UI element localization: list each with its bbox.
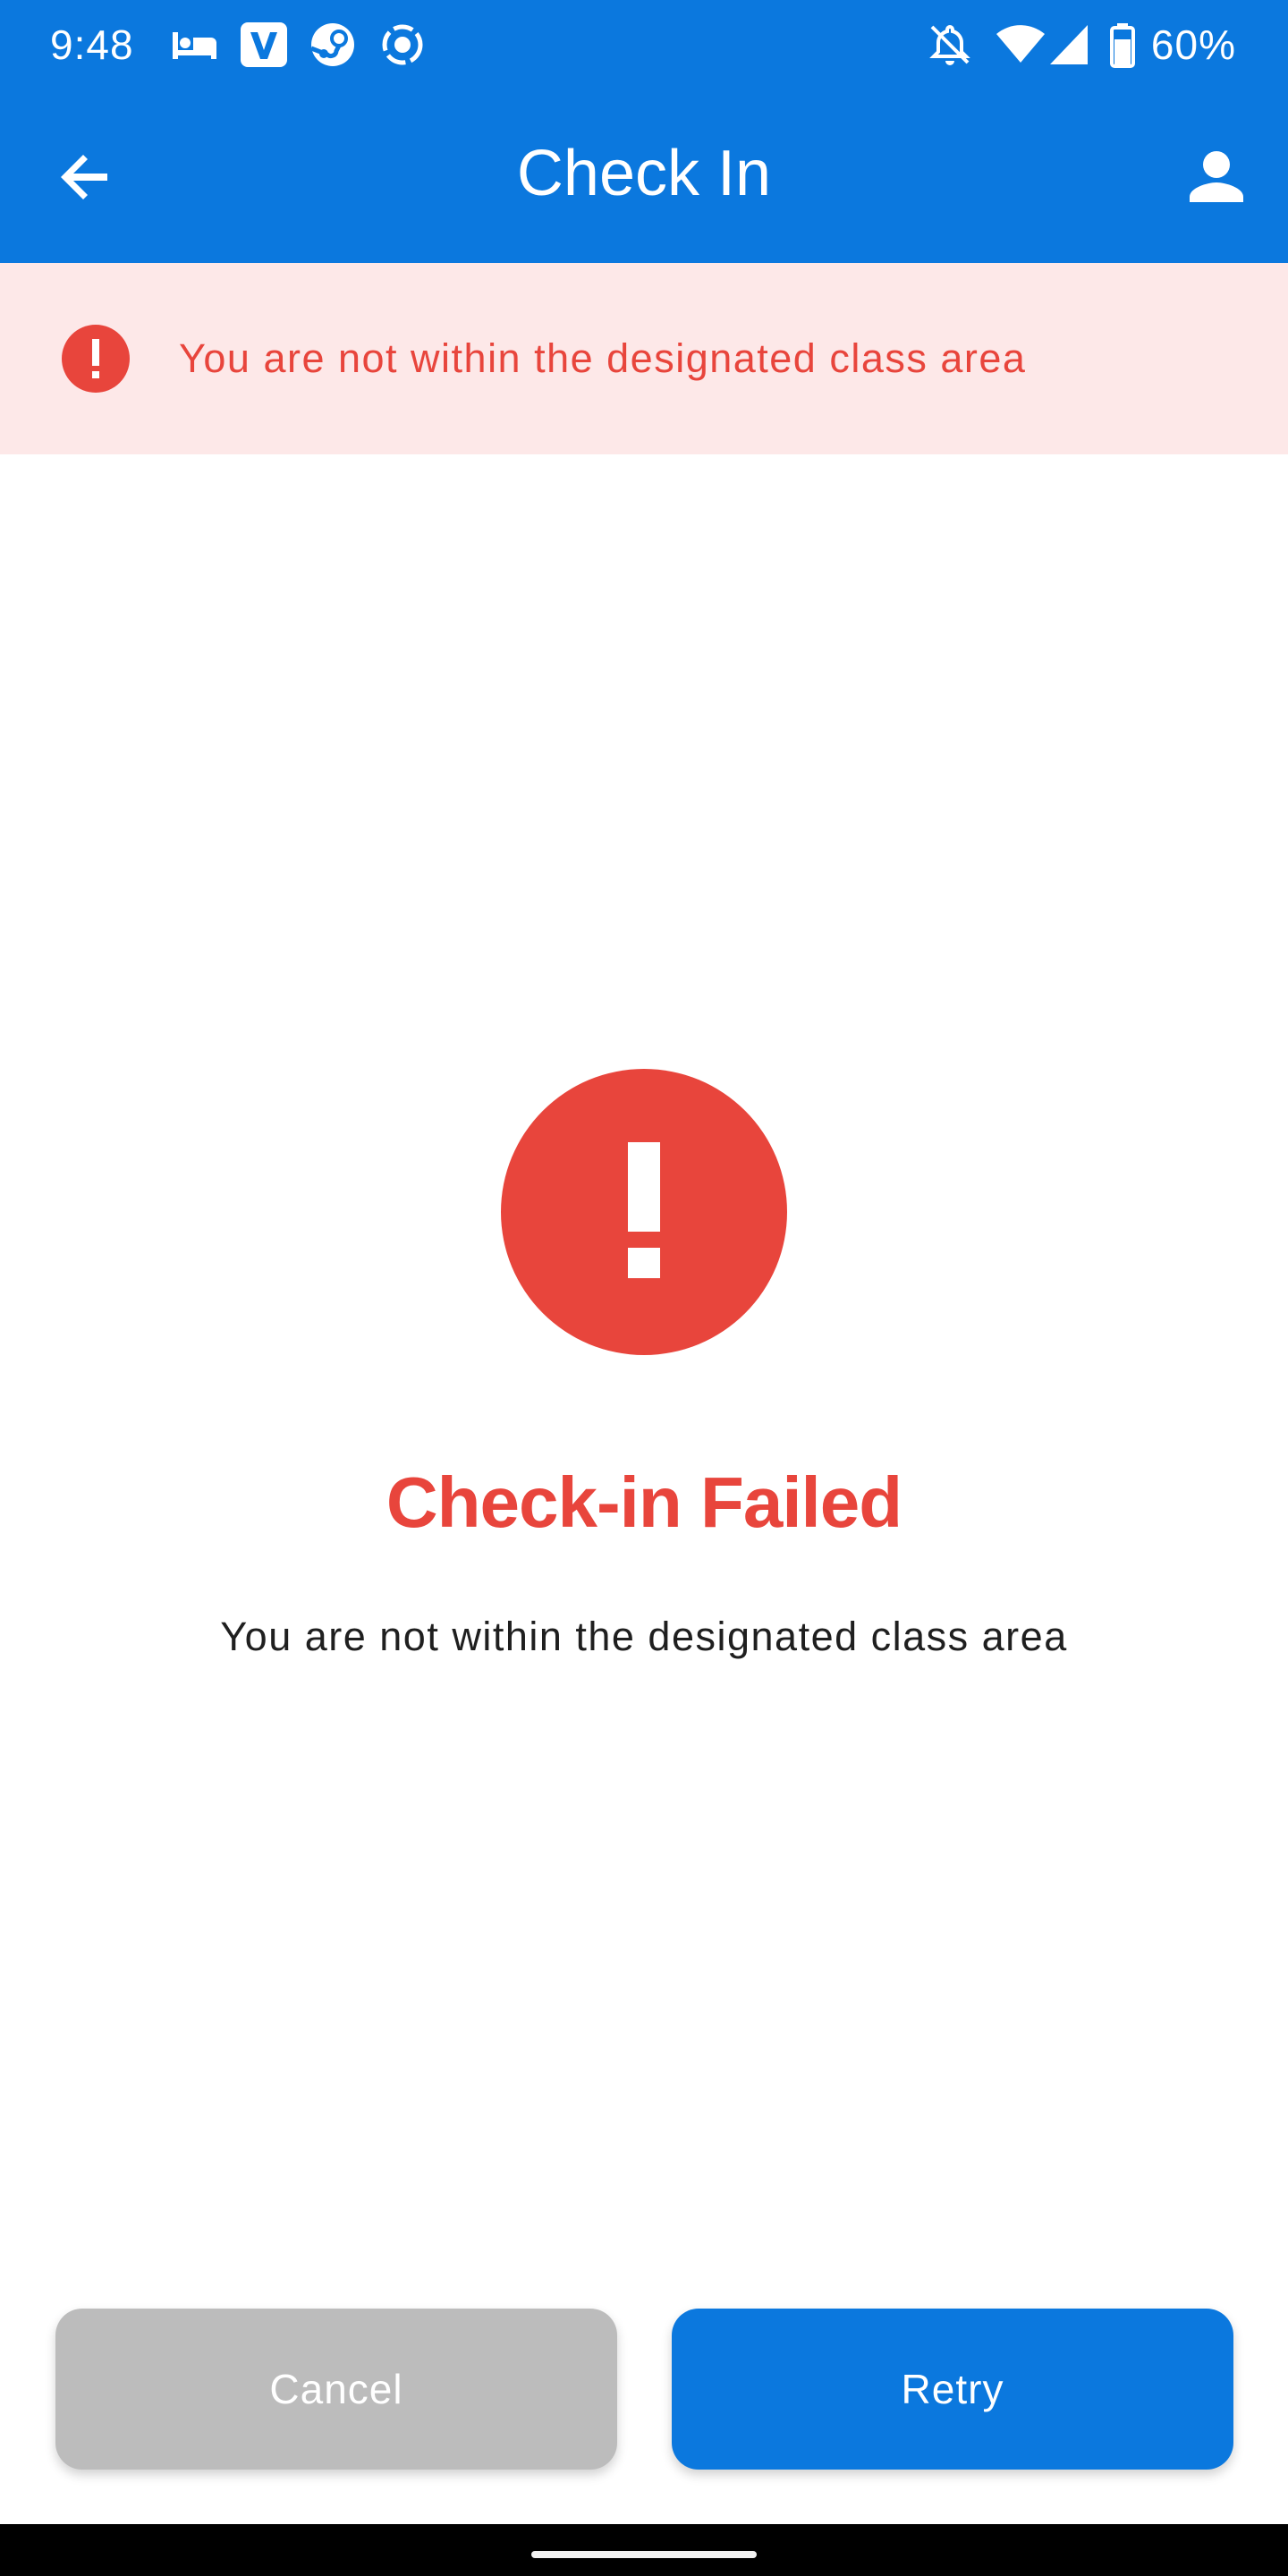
- battery-percent: 60%: [1150, 21, 1236, 68]
- status-bar: 9:48 60%: [0, 0, 1288, 89]
- navigation-bar: [0, 2524, 1288, 2576]
- person-icon[interactable]: [1181, 141, 1252, 213]
- cancel-button[interactable]: Cancel: [55, 2309, 617, 2470]
- status-time: 9:48: [50, 21, 134, 68]
- check-in-screen: 9:48 60% Check In You are not within the…: [0, 0, 1288, 2576]
- steam-icon: [310, 23, 354, 66]
- hotel-bed-icon: [173, 32, 216, 59]
- error-circle-icon: [62, 325, 130, 393]
- home-gesture-handle[interactable]: [531, 2551, 757, 2558]
- cellular-signal-icon: [1050, 25, 1088, 64]
- record-icon: [382, 24, 423, 65]
- result-message: You are not within the designated class …: [220, 1614, 1068, 1659]
- failure-alert-icon: [501, 1069, 787, 1355]
- app-bar: Check In: [0, 89, 1288, 263]
- venmo-v-icon: [241, 22, 287, 67]
- page-title: Check In: [516, 138, 772, 209]
- silent-bell-icon: [929, 24, 970, 65]
- wifi-icon: [996, 25, 1045, 63]
- battery-icon: [1110, 23, 1135, 68]
- retry-button[interactable]: Retry: [672, 2309, 1233, 2470]
- result-title: Check-in Failed: [386, 1462, 902, 1542]
- banner-message: You are not within the designated class …: [179, 335, 1027, 381]
